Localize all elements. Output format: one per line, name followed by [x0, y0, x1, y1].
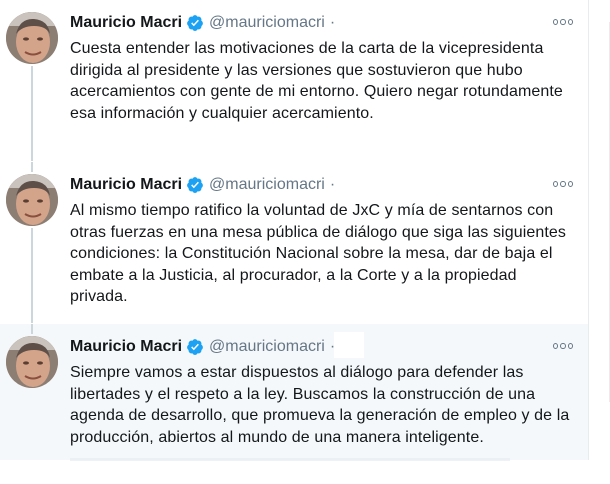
separator-dot: ·: [329, 14, 336, 31]
more-options-icon[interactable]: [552, 12, 574, 32]
author-name[interactable]: Mauricio Macri: [70, 14, 182, 32]
avatar[interactable]: [6, 174, 58, 226]
author-handle[interactable]: @mauriciomacri: [209, 338, 325, 356]
tweet[interactable]: Mauricio Macri @mauriciomacri · Siempre …: [0, 324, 588, 460]
cropped-row-hint: [70, 458, 510, 461]
author-handle[interactable]: @mauriciomacri: [209, 14, 325, 32]
tweet-text: Siempre vamos a estar dispuestos al diál…: [70, 364, 570, 446]
bottom-strip: [0, 458, 610, 484]
author-handle[interactable]: @mauriciomacri: [209, 176, 325, 194]
right-panel-edge: [589, 0, 610, 460]
author-name[interactable]: Mauricio Macri: [70, 338, 182, 356]
thread-connector-line: [31, 162, 33, 172]
tweet[interactable]: Mauricio Macri @mauriciomacri · Cuesta e…: [0, 0, 588, 162]
more-options-icon[interactable]: [552, 174, 574, 194]
tweet-text: Al mismo tiempo ratifico la voluntad de …: [70, 202, 567, 305]
thread-connector-line: [31, 228, 33, 324]
avatar[interactable]: [6, 336, 58, 388]
verified-badge-icon: [187, 177, 203, 193]
redacted-area: [334, 332, 364, 358]
tweet-header: Mauricio Macri @mauriciomacri ·: [70, 12, 335, 34]
thread-connector-line: [31, 66, 33, 162]
avatar[interactable]: [6, 12, 58, 64]
tweet-header: Mauricio Macri @mauriciomacri ·: [70, 336, 335, 358]
tweet-header: Mauricio Macri @mauriciomacri ·: [70, 174, 335, 196]
tweet-thread: Mauricio Macri @mauriciomacri · Cuesta e…: [0, 0, 588, 460]
verified-badge-icon: [187, 339, 203, 355]
author-name[interactable]: Mauricio Macri: [70, 176, 182, 194]
thread-connector-line: [31, 324, 33, 334]
separator-dot: ·: [329, 176, 336, 193]
tweet[interactable]: Mauricio Macri @mauriciomacri · Al mismo…: [0, 162, 588, 324]
more-options-icon[interactable]: [552, 336, 574, 356]
tweet-text: Cuesta entender las motivaciones de la c…: [70, 40, 563, 122]
verified-badge-icon: [187, 15, 203, 31]
